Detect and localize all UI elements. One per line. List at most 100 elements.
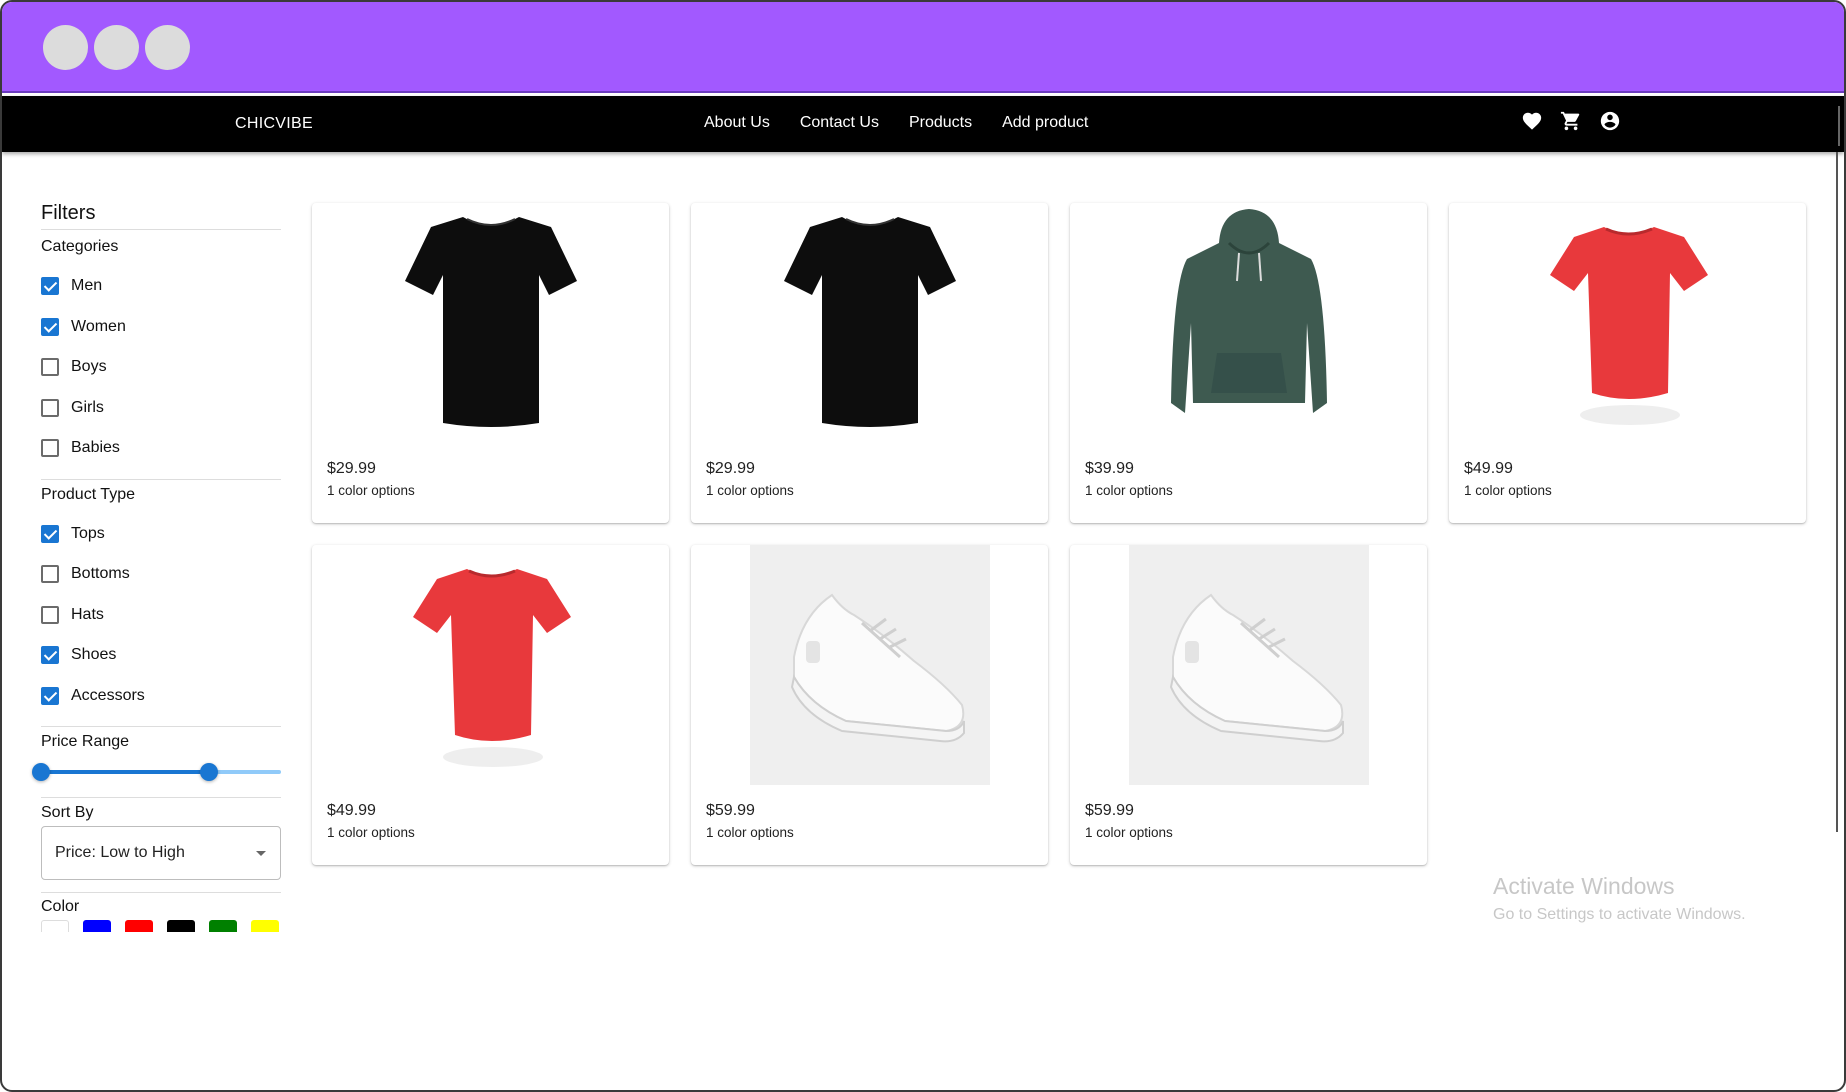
product-image[interactable]: [691, 203, 1048, 443]
product-type-title: Product Type: [41, 485, 135, 503]
category-filter-women[interactable]: Women: [41, 307, 281, 348]
product-image[interactable]: [1070, 203, 1427, 443]
product-card[interactable]: $59.99 1 color options: [1070, 545, 1427, 865]
color-swatch[interactable]: [41, 920, 69, 932]
checkbox[interactable]: [41, 686, 59, 705]
product-card[interactable]: $29.99 1 color options: [691, 203, 1048, 523]
heart-icon[interactable]: [1521, 110, 1543, 132]
product-color-options: 1 color options: [327, 825, 415, 840]
section-divider: [41, 478, 281, 480]
slider-thumb-min[interactable]: [32, 763, 50, 781]
brand-logo-text[interactable]: CHICVIBE: [235, 115, 313, 133]
checkbox-label: Shoes: [71, 646, 117, 664]
product-card[interactable]: $49.99 1 color options: [312, 545, 669, 865]
sort-by-value: Price: Low to High: [55, 844, 185, 861]
checkbox-label: Women: [71, 317, 126, 335]
checkbox-label: Hats: [71, 605, 104, 623]
product-type-filter-accessors[interactable]: Accessors: [41, 676, 281, 717]
color-swatch[interactable]: [209, 920, 237, 932]
product-card[interactable]: $59.99 1 color options: [691, 545, 1048, 865]
product-price: $49.99: [327, 802, 376, 819]
checkbox-label: Bottoms: [71, 565, 130, 583]
section-divider: [41, 797, 281, 798]
product-type-list: Tops Bottoms Hats Shoes Accessors: [41, 514, 281, 717]
checkbox[interactable]: [41, 565, 59, 584]
checkbox[interactable]: [41, 317, 59, 336]
sort-by-title: Sort By: [41, 804, 94, 821]
checkbox[interactable]: [41, 524, 59, 543]
section-divider: [41, 726, 281, 727]
cart-icon[interactable]: [1560, 110, 1582, 132]
product-price: $59.99: [706, 802, 755, 819]
nav-scroll-edge: [1838, 106, 1840, 146]
category-filter-men[interactable]: Men: [41, 266, 281, 307]
slider-thumb-max[interactable]: [200, 763, 218, 781]
product-image[interactable]: [312, 545, 669, 785]
nav-link-add-product[interactable]: Add product: [1002, 114, 1088, 132]
product-card[interactable]: $49.99 1 color options: [1449, 203, 1806, 523]
category-filter-girls[interactable]: Girls: [41, 388, 281, 429]
sort-by-select[interactable]: Price: Low to High: [41, 826, 281, 880]
checkbox[interactable]: [41, 646, 59, 665]
product-color-options: 1 color options: [706, 825, 794, 840]
product-image[interactable]: [312, 203, 669, 443]
product-card[interactable]: $39.99 1 color options: [1070, 203, 1427, 523]
product-type-filter-hats[interactable]: Hats: [41, 595, 281, 636]
price-range-slider[interactable]: [32, 757, 281, 787]
chevron-down-icon: [256, 851, 266, 856]
watermark-subtitle: Go to Settings to activate Windows.: [1493, 906, 1746, 923]
product-type-filter-tops[interactable]: Tops: [41, 514, 281, 555]
nav-link-about-us[interactable]: About Us: [704, 114, 770, 132]
window-control-dot[interactable]: [94, 25, 139, 70]
color-swatch[interactable]: [251, 920, 279, 932]
checkbox[interactable]: [41, 605, 59, 624]
color-swatch[interactable]: [83, 920, 111, 932]
checkbox[interactable]: [41, 358, 59, 377]
account-icon[interactable]: [1599, 110, 1621, 132]
product-price: $49.99: [1464, 460, 1513, 477]
category-filter-babies[interactable]: Babies: [41, 428, 281, 469]
slider-active-track: [41, 770, 209, 774]
checkbox[interactable]: [41, 439, 59, 458]
checkbox-label: Boys: [71, 358, 107, 376]
checkbox-label: Men: [71, 277, 103, 295]
nav-icons: [1521, 110, 1621, 132]
product-price: $39.99: [1085, 460, 1134, 477]
color-swatches: [41, 920, 281, 932]
checkbox-label: Girls: [71, 398, 104, 416]
window-control-dot[interactable]: [43, 25, 88, 70]
product-color-options: 1 color options: [1085, 483, 1173, 498]
top-navbar: CHICVIBE About Us Contact Us Products Ad…: [2, 96, 1844, 152]
product-color-options: 1 color options: [1085, 825, 1173, 840]
color-title: Color: [41, 898, 80, 915]
color-swatch[interactable]: [167, 920, 195, 932]
product-color-options: 1 color options: [706, 483, 794, 498]
product-price: $29.99: [706, 460, 755, 477]
browser-window: CHICVIBE About Us Contact Us Products Ad…: [0, 0, 1846, 1092]
product-type-filter-shoes[interactable]: Shoes: [41, 635, 281, 676]
checkbox[interactable]: [41, 277, 59, 296]
product-image[interactable]: [1449, 203, 1806, 443]
nav-link-products[interactable]: Products: [909, 114, 972, 132]
product-image[interactable]: [1070, 545, 1427, 785]
window-control-dot[interactable]: [145, 25, 190, 70]
windows-activation-watermark: Activate Windows Go to Settings to activ…: [1493, 873, 1746, 924]
product-color-options: 1 color options: [327, 483, 415, 498]
checkbox-label: Tops: [71, 524, 105, 542]
category-filter-boys[interactable]: Boys: [41, 347, 281, 388]
product-image[interactable]: [691, 545, 1048, 785]
filters-title: Filters: [41, 202, 281, 230]
checkbox-label: Accessors: [71, 686, 145, 704]
color-swatch[interactable]: [125, 920, 153, 932]
product-card[interactable]: $29.99 1 color options: [312, 203, 669, 523]
product-color-options: 1 color options: [1464, 483, 1552, 498]
categories-title: Categories: [41, 238, 119, 255]
nav-link-contact-us[interactable]: Contact Us: [800, 114, 879, 132]
page-scrollbar[interactable]: [1836, 152, 1838, 832]
checkbox[interactable]: [41, 398, 59, 417]
section-divider: [41, 892, 281, 893]
product-type-filter-bottoms[interactable]: Bottoms: [41, 554, 281, 595]
checkbox-label: Babies: [71, 439, 120, 457]
categories-list: Men Women Boys Girls Babies: [41, 266, 281, 469]
product-price: $59.99: [1085, 802, 1134, 819]
